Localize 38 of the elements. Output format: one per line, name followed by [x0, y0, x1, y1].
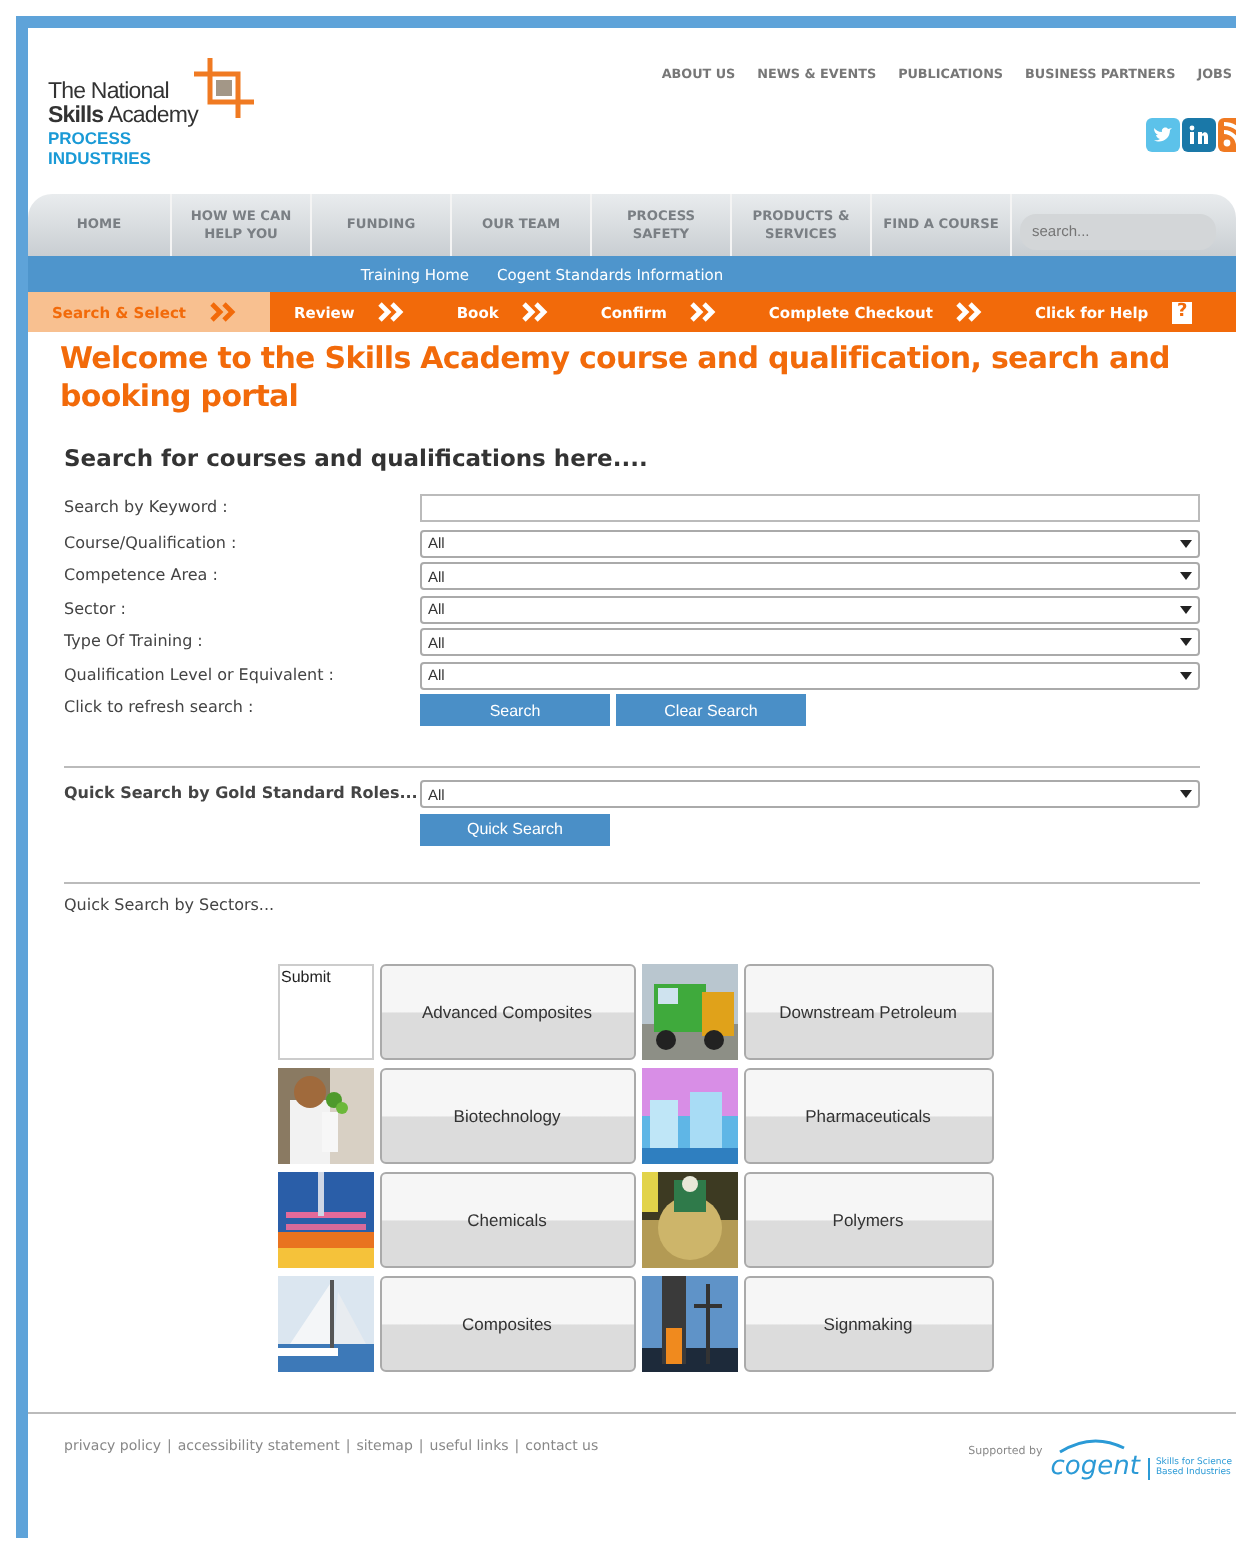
- sector-button[interactable]: Advanced Composites: [379, 963, 635, 1059]
- sector-button[interactable]: Chemicals: [379, 1171, 635, 1267]
- broken-image[interactable]: Submit: [277, 963, 373, 1059]
- field-label: Search by Keyword :: [64, 496, 230, 520]
- caret-icon: [1180, 790, 1192, 798]
- section-label: Quick Search by Sectors...: [64, 895, 277, 913]
- field-label: Sector :: [64, 597, 128, 621]
- search-button[interactable]: Clear Search: [616, 694, 806, 726]
- keyword-field[interactable]: [420, 494, 1200, 522]
- cogent-logo-text: cogent: [1050, 1453, 1140, 1481]
- quick-search-button[interactable]: Quick Search: [420, 813, 610, 845]
- logo-subtitle: PROCESS: [48, 128, 134, 148]
- sector-button[interactable]: Pharmaceuticals: [743, 1067, 993, 1163]
- caret-icon: [1180, 671, 1192, 679]
- sector-button[interactable]: Downstream Petroleum: [743, 963, 993, 1059]
- caret-icon: [1180, 638, 1192, 646]
- field-label: Click to refresh search :: [64, 696, 256, 720]
- caret-icon: [1180, 539, 1192, 547]
- arc-icon: [1058, 1437, 1127, 1453]
- logo-text: The National: [48, 80, 171, 104]
- help-icon[interactable]: ?: [1172, 301, 1193, 323]
- sector-button[interactable]: Biotechnology: [379, 1067, 635, 1163]
- field-label: Quick Search by Gold Standard Roles...: [64, 782, 420, 806]
- page-title: Welcome to the Skills Academy course and qualification, search and booking portal: [60, 340, 1172, 416]
- field-label: Qualification Level or Equivalent :: [64, 663, 336, 687]
- logo-text: Skills Academy: [48, 104, 198, 128]
- caret-icon: [1180, 605, 1192, 613]
- sector-button[interactable]: Signmaking: [743, 1275, 993, 1371]
- search-button[interactable]: Search: [420, 694, 610, 726]
- logo-subtitle: INDUSTRIES: [48, 148, 153, 168]
- field-label: Type Of Training :: [64, 630, 205, 654]
- section-heading: Search for courses and qualifications here....: [64, 444, 650, 472]
- linkedin-icon[interactable]: [1182, 118, 1216, 152]
- caret-icon: [1180, 572, 1192, 580]
- sector-button[interactable]: Polymers: [743, 1171, 993, 1267]
- field-label: Competence Area :: [64, 564, 220, 588]
- sector-button[interactable]: Composites: [379, 1275, 635, 1371]
- field-label: Course/Qualification :: [64, 531, 239, 555]
